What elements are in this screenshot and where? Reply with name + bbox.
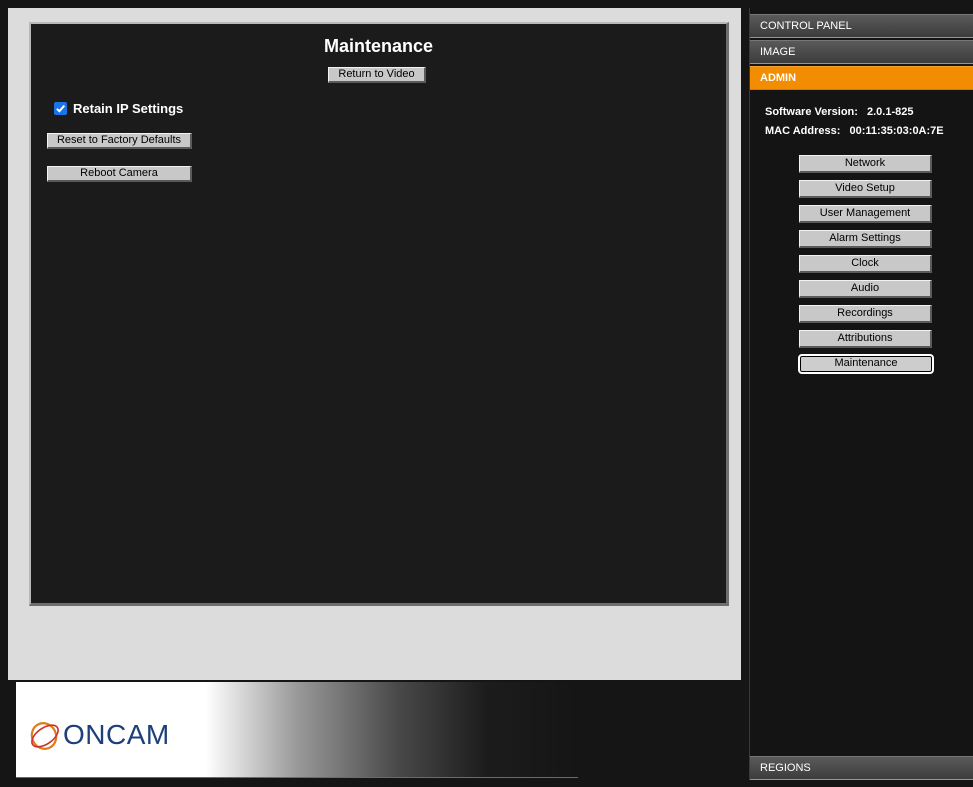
nav-network-button[interactable]: Network <box>799 155 932 173</box>
oncam-swoosh-icon <box>30 722 59 750</box>
return-to-video-button[interactable]: Return to Video <box>328 67 426 83</box>
image-header[interactable]: IMAGE <box>750 40 973 64</box>
sidebar: CONTROL PANEL IMAGE ADMIN Software Versi… <box>749 8 973 780</box>
software-version-row: Software Version: 2.0.1-825 <box>765 106 913 118</box>
oncam-logo-text: ONCAM <box>63 719 170 750</box>
control-panel-header[interactable]: CONTROL PANEL <box>750 14 973 38</box>
nav-user-management-button[interactable]: User Management <box>799 205 932 223</box>
nav-maintenance-button[interactable]: Maintenance <box>798 354 934 374</box>
maintenance-panel: Maintenance Return to Video Retain IP Se… <box>29 22 729 606</box>
nav-clock-button[interactable]: Clock <box>799 255 932 273</box>
mac-address-label: MAC Address: <box>765 125 841 137</box>
checkmark-icon <box>56 104 66 113</box>
software-version-label: Software Version: <box>765 106 858 118</box>
mac-address-value: 00:11:35:03:0A:7E <box>849 125 944 137</box>
nav-attributions-button[interactable]: Attributions <box>799 330 932 348</box>
nav-video-setup-button[interactable]: Video Setup <box>799 180 932 198</box>
regions-header[interactable]: REGIONS <box>750 756 973 780</box>
retain-ip-settings-row[interactable]: Retain IP Settings <box>54 99 183 117</box>
nav-recordings-button[interactable]: Recordings <box>799 305 932 323</box>
reboot-camera-button[interactable]: Reboot Camera <box>47 166 192 182</box>
page-title: Maintenance <box>323 36 434 56</box>
main-frame: Maintenance Return to Video Retain IP Se… <box>8 8 741 680</box>
admin-header[interactable]: ADMIN <box>750 66 973 90</box>
nav-alarm-settings-button[interactable]: Alarm Settings <box>799 230 932 248</box>
retain-ip-label: Retain IP Settings <box>73 100 184 116</box>
logo-bar-divider <box>16 777 578 778</box>
logo-bar: ONCAM <box>16 682 578 778</box>
reset-factory-defaults-button[interactable]: Reset to Factory Defaults <box>47 133 192 149</box>
mac-address-row: MAC Address: 00:11:35:03:0A:7E <box>765 125 944 137</box>
retain-ip-checkbox[interactable] <box>54 101 67 115</box>
oncam-logo: ONCAM <box>27 718 170 752</box>
nav-audio-button[interactable]: Audio <box>799 280 932 298</box>
software-version-value: 2.0.1-825 <box>866 106 914 118</box>
